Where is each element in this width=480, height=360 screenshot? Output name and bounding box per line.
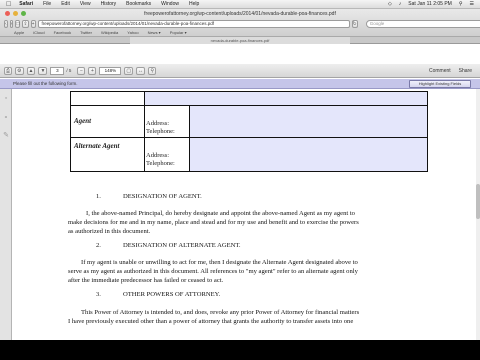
- highlight-fields-button[interactable]: Highlight Existing Fields: [409, 80, 471, 88]
- alternate-agent-label: Alternate Agent: [70, 137, 145, 172]
- settings-icon[interactable]: ⚙: [15, 66, 24, 75]
- agent-label: Agent: [70, 105, 145, 138]
- window-title: freepowerofattorney.org/wp-content/uploa…: [144, 11, 336, 17]
- paragraph-line: This Power of Attorney is intended to, a…: [81, 309, 360, 316]
- section-title: OTHER POWERS OF ATTORNEY.: [123, 291, 221, 298]
- paragraph-line: I, the above-named Principal, do hereby …: [86, 210, 355, 217]
- bookmark-wikipedia[interactable]: Wikipedia: [101, 30, 118, 35]
- paragraph-line: make decisions for me and in my name, pl…: [68, 219, 359, 227]
- url-row: ‹ › □ ⇧ + freepowerofattorney.org/wp-con…: [4, 19, 480, 28]
- table-row: Alternate Agent Address: Telephone:: [70, 137, 428, 172]
- form-label: [70, 91, 145, 106]
- agent-form-table: Agent Address: Telephone: Alternate Agen…: [70, 91, 428, 172]
- agent-contact-field[interactable]: [189, 105, 428, 138]
- menu-bar:  Safari File Edit View History Bookmark…: [0, 0, 480, 9]
- back-button[interactable]: ‹: [4, 19, 8, 28]
- zoom-level[interactable]: 148%: [99, 66, 122, 75]
- bookmarks-bar: Apple iCloud Facebook Twitter Wikipedia …: [14, 30, 196, 35]
- bookmark-yahoo[interactable]: Yahoo: [127, 30, 138, 35]
- menu-app-name[interactable]: Safari: [19, 1, 33, 7]
- share-icon[interactable]: ⇧: [22, 19, 29, 28]
- search-icon[interactable]: ⚲: [148, 66, 157, 75]
- zoom-out-button[interactable]: −: [77, 66, 86, 75]
- section-paragraph: If my agent is unable or unwilling to ac…: [68, 258, 418, 286]
- menu-edit[interactable]: Edit: [61, 1, 70, 7]
- list-icon[interactable]: ☰: [470, 1, 474, 7]
- menu-file[interactable]: File: [43, 1, 51, 7]
- page-thumbnails-icon[interactable]: ▫: [2, 94, 10, 103]
- agent-contact-labels: Address: Telephone:: [144, 105, 190, 138]
- bookmark-popular[interactable]: Popular ▾: [170, 30, 187, 35]
- wifi-icon[interactable]: ◇: [388, 1, 392, 7]
- fit-page-icon[interactable]: ▢: [124, 66, 134, 75]
- browser-toolbar: freepowerofattorney.org/wp-content/uploa…: [0, 9, 480, 37]
- share-button[interactable]: Share: [459, 68, 472, 74]
- table-row: [70, 91, 428, 106]
- bookmark-twitter[interactable]: Twitter: [80, 30, 92, 35]
- section-number: 3.: [96, 291, 101, 298]
- menu-bookmarks[interactable]: Bookmarks: [126, 1, 151, 7]
- zoom-in-button[interactable]: +: [88, 66, 97, 75]
- search-field[interactable]: Google: [365, 19, 480, 28]
- form-notice-message: Please fill out the following form.: [13, 81, 78, 86]
- menu-window[interactable]: Window: [161, 1, 179, 7]
- menu-history[interactable]: History: [101, 1, 117, 7]
- pdf-document: Agent Address: Telephone: Alternate Agen…: [13, 89, 476, 340]
- paragraph-line: after the immediate predecessor has fail…: [68, 277, 224, 285]
- previous-page-icon[interactable]: ▲: [26, 66, 36, 75]
- form-notice-bar: Please fill out the following form. High…: [0, 79, 480, 89]
- page-number-input[interactable]: 3: [50, 66, 65, 75]
- bookmark-facebook[interactable]: Facebook: [54, 30, 72, 35]
- print-icon[interactable]: ⎙: [4, 66, 13, 75]
- next-page-icon[interactable]: ▼: [38, 66, 48, 75]
- forward-button[interactable]: ›: [9, 19, 14, 28]
- menu-clock[interactable]: Sat Jan 11 2:05 PM: [408, 1, 452, 7]
- section-paragraph: I, the above-named Principal, do hereby …: [68, 209, 418, 237]
- document-scrollbar[interactable]: [476, 89, 480, 340]
- alternate-agent-contact-labels: Address: Telephone:: [144, 137, 190, 172]
- tab-pdf[interactable]: nevada-durable-poa-finances.pdf: [130, 37, 350, 44]
- paragraph-line: I have previously executed other than a …: [68, 318, 354, 326]
- volume-icon[interactable]: ♪: [399, 1, 402, 7]
- page-count: / 5: [66, 68, 72, 73]
- video-frame:  Safari File Edit View History Bookmark…: [0, 0, 480, 360]
- section-number: 2.: [96, 242, 101, 249]
- paragraph-line: serve as my agent as authorized in this …: [68, 268, 358, 276]
- attachment-icon[interactable]: ∘: [2, 113, 10, 122]
- section-title: DESIGNATION OF ALTERNATE AGENT.: [123, 242, 241, 249]
- fit-width-icon[interactable]: ↔: [136, 66, 146, 75]
- apple-menu-icon[interactable]: : [6, 1, 11, 8]
- add-icon[interactable]: +: [30, 19, 36, 28]
- toolbar-right-links: Comment Share: [429, 68, 480, 74]
- scrollbar-thumb[interactable]: [476, 184, 480, 219]
- bookmark-icloud[interactable]: iCloud: [33, 30, 44, 35]
- reload-icon[interactable]: ↻: [351, 19, 358, 28]
- comment-button[interactable]: Comment: [429, 68, 451, 74]
- form-field[interactable]: [144, 91, 428, 106]
- section-paragraph: This Power of Attorney is intended to, a…: [68, 308, 418, 326]
- screen:  Safari File Edit View History Bookmark…: [0, 0, 480, 340]
- paragraph-line: If my agent is unable or unwilling to ac…: [81, 259, 358, 266]
- alternate-agent-contact-field[interactable]: [189, 137, 428, 172]
- paragraph-line: as authorized in this document.: [68, 228, 151, 236]
- pdf-toolbar: ⎙ ⚙ ▲ ▼ 3 / 5 − + 148% ▢ ↔ ⚲ Comment Sha…: [0, 64, 480, 78]
- section-title: DESIGNATION OF AGENT.: [123, 193, 202, 200]
- bookmark-apple[interactable]: Apple: [14, 30, 24, 35]
- section-number: 1.: [96, 193, 101, 200]
- signature-icon[interactable]: ✎: [2, 131, 10, 140]
- spotlight-search-icon[interactable]: ⚲: [459, 1, 463, 7]
- menu-extras: ◇ ♪ Sat Jan 11 2:05 PM ⚲ ☰: [381, 1, 480, 7]
- pdf-sidebar: ▫ ∘ ✎: [0, 89, 12, 340]
- address-bar[interactable]: freepowerofattorney.org/wp-content/uploa…: [37, 19, 350, 28]
- bookmark-news[interactable]: News ▾: [148, 30, 161, 35]
- table-row: Agent Address: Telephone:: [70, 105, 428, 138]
- tab-strip: nevada-durable-poa-finances.pdf: [0, 37, 480, 44]
- menu-view[interactable]: View: [80, 1, 91, 7]
- menu-help[interactable]: Help: [189, 1, 199, 7]
- sidebar-button[interactable]: □: [15, 19, 21, 28]
